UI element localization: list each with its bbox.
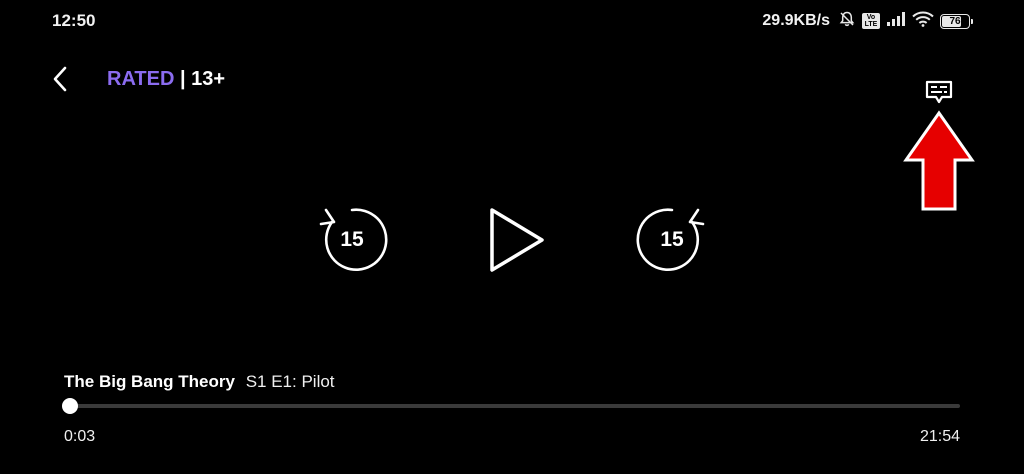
- status-icons: 29.9KB/s Vo LTE 76: [762, 10, 973, 33]
- battery-icon: 76: [940, 13, 973, 29]
- rating-separator: |: [179, 68, 186, 90]
- volte-icon: Vo LTE: [862, 13, 880, 29]
- rewind-15-button[interactable]: 15: [316, 204, 388, 276]
- status-time: 12:50: [52, 11, 96, 30]
- mute-bell-icon: [838, 10, 856, 33]
- episode-label: S1 E1: Pilot: [245, 372, 335, 391]
- red-arrow-up-icon: [903, 110, 975, 211]
- network-speed: 29.9KB/s: [762, 12, 830, 29]
- subtitles-button[interactable]: [920, 76, 958, 110]
- age-rating: 13+: [191, 68, 226, 90]
- show-title: The Big Bang Theory: [64, 372, 235, 391]
- back-button[interactable]: [44, 62, 76, 96]
- scrubber-handle[interactable]: [62, 398, 79, 414]
- chevron-left-icon: [53, 66, 67, 92]
- content-rating: RATED | 13+: [107, 68, 225, 91]
- rewind-seconds-label: 15: [340, 228, 364, 251]
- play-icon: [490, 208, 544, 272]
- wifi-icon: [912, 11, 934, 32]
- signal-icon: [886, 11, 906, 32]
- total-duration: 21:54: [919, 428, 960, 445]
- battery-tip: [971, 18, 973, 24]
- play-button[interactable]: [484, 204, 550, 276]
- battery-level: 76: [949, 15, 961, 27]
- now-playing-title: The Big Bang Theory S1 E1: Pilot: [64, 372, 335, 392]
- forward-seconds-label: 15: [660, 228, 684, 251]
- elapsed-time: 0:03: [64, 428, 96, 445]
- subtitles-icon: [925, 80, 953, 104]
- progress-bar[interactable]: [62, 398, 960, 414]
- rated-label: RATED: [107, 68, 175, 90]
- forward-15-button[interactable]: 15: [636, 204, 708, 276]
